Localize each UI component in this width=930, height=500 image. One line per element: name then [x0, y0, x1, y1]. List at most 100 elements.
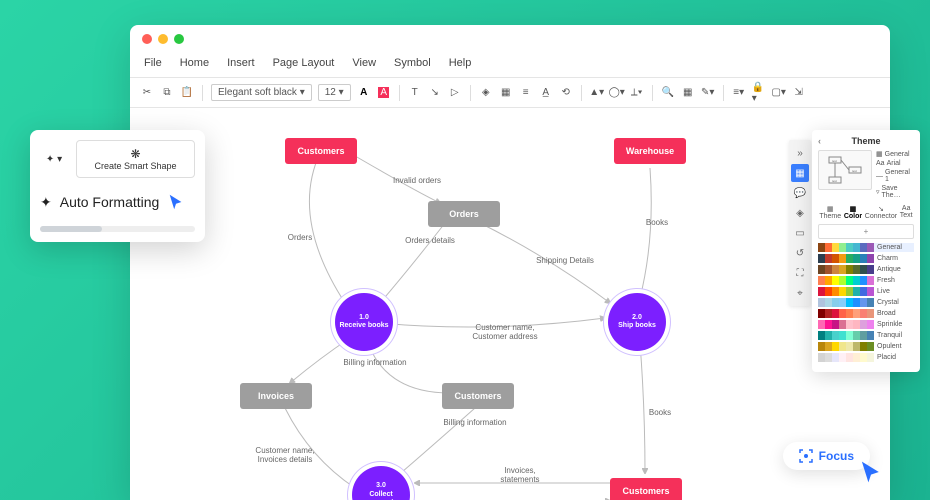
label-billing-2: Billing information	[440, 418, 510, 427]
lock-icon[interactable]: 🔒▾	[752, 86, 766, 100]
close-window-button[interactable]	[142, 34, 152, 44]
side-toolbar: » ▦ 💬 ◈ ▭ ↺ ⛶ ⌖	[789, 140, 811, 306]
menu-home[interactable]: Home	[180, 57, 209, 69]
auto-formatting-label: Auto Formatting	[60, 194, 160, 210]
node-collect-payments[interactable]: 3.0 Collect payments	[352, 466, 410, 500]
sidetool-grid[interactable]: ▦	[791, 164, 809, 182]
svg-text:text: text	[832, 159, 837, 163]
rotate-icon[interactable]: ⟲	[559, 86, 573, 100]
palette-row-broad[interactable]: Broad	[818, 309, 914, 318]
menu-page-layout[interactable]: Page Layout	[273, 57, 335, 69]
group-icon[interactable]: ▦	[499, 86, 513, 100]
connector-tool-icon[interactable]: ↘	[428, 86, 442, 100]
focus-icon	[799, 449, 813, 463]
font-select[interactable]: Elegant soft black ▾	[211, 84, 312, 101]
label-invoices-statements: Invoices, statements	[485, 466, 555, 484]
svg-text:text: text	[832, 179, 837, 183]
label-orders-details: Orders details	[395, 236, 465, 245]
sidetool-history[interactable]: ↺	[791, 244, 809, 262]
canvas[interactable]: Customers Warehouse Orders 1.0 Receive b…	[130, 108, 890, 500]
toolbar: ✂ ⧉ 📋 Elegant soft black ▾ 12 ▾ A A T ↘ …	[130, 78, 890, 108]
sidetool-expand[interactable]: ⛶	[791, 264, 809, 282]
grid-icon[interactable]: ▦	[681, 86, 695, 100]
font-color-icon[interactable]: A	[357, 86, 371, 100]
layers-icon[interactable]: ◈	[479, 86, 493, 100]
pointer-tool-icon[interactable]: ▷	[448, 86, 462, 100]
text-tool-icon[interactable]: T	[408, 86, 422, 100]
sidetool-page[interactable]: ▭	[791, 224, 809, 242]
palette-row-sprinkle[interactable]: Sprinkle	[818, 320, 914, 329]
app-window: File Home Insert Page Layout View Symbol…	[130, 25, 890, 500]
node-receive-books[interactable]: 1.0 Receive books	[335, 293, 393, 351]
cursor-icon	[858, 458, 884, 486]
connectors	[130, 108, 890, 500]
theme-tab-text[interactable]: AaText	[900, 205, 913, 220]
sidetool-collapse[interactable]: »	[791, 144, 809, 162]
node-warehouse[interactable]: Warehouse	[614, 138, 686, 164]
menu-bar: File Home Insert Page Layout View Symbol…	[130, 53, 890, 78]
search-icon[interactable]: 🔍	[661, 86, 675, 100]
theme-tab-theme[interactable]: ▦Theme	[819, 205, 841, 220]
traffic-lights	[130, 25, 890, 53]
cursor-icon	[167, 192, 185, 212]
theme-options: ▦General AaArial —General 1 ▿Save The…	[876, 150, 914, 199]
create-smart-shape-button[interactable]: ❋ Create Smart Shape	[76, 140, 195, 178]
palette-row-fresh[interactable]: Fresh	[818, 276, 914, 285]
paste-icon[interactable]: 📋	[180, 86, 194, 100]
theme-back-icon[interactable]: ‹	[818, 136, 821, 146]
arrange-icon[interactable]: ≡▾	[732, 86, 746, 100]
maximize-window-button[interactable]	[174, 34, 184, 44]
menu-file[interactable]: File	[144, 57, 162, 69]
text-direction-icon[interactable]: A̲	[539, 86, 553, 100]
menu-view[interactable]: View	[352, 57, 376, 69]
sidetool-comments[interactable]: 💬	[791, 184, 809, 202]
crop-icon[interactable]: ⟂▾	[630, 86, 644, 100]
format-slider[interactable]	[40, 226, 195, 232]
palette-row-live[interactable]: Live	[818, 287, 914, 296]
page-setup-icon[interactable]: ▢▾	[772, 86, 786, 100]
sparkle-dropdown[interactable]: ✦ ▾	[40, 142, 68, 176]
menu-symbol[interactable]: Symbol	[394, 57, 431, 69]
theme-tab-connector[interactable]: ↘Connector	[865, 205, 897, 220]
minimize-window-button[interactable]	[158, 34, 168, 44]
node-ship-books[interactable]: 2.0 Ship books	[608, 293, 666, 351]
node-invoices[interactable]: Invoices	[240, 383, 312, 409]
theme-add-button[interactable]: +	[818, 224, 914, 239]
palette-row-tranquil[interactable]: Tranquil	[818, 331, 914, 340]
label-invalid-orders: Invalid orders	[382, 176, 452, 185]
label-billing-1: Billing information	[340, 358, 410, 367]
export-icon[interactable]: ⇲	[792, 86, 806, 100]
line-color-icon[interactable]: ◯▾	[610, 86, 624, 100]
palette-row-general[interactable]: General	[818, 243, 914, 252]
node-customers-mid[interactable]: Customers	[442, 383, 514, 409]
palette-row-crystal[interactable]: Crystal	[818, 298, 914, 307]
align-icon[interactable]: ≡	[519, 86, 533, 100]
sidetool-focus[interactable]: ⌖	[791, 284, 809, 302]
highlight-icon[interactable]: A	[377, 86, 391, 100]
font-size-select[interactable]: 12 ▾	[318, 84, 351, 101]
fill-color-icon[interactable]: ▲▾	[590, 86, 604, 100]
label-shipping: Shipping Details	[530, 256, 600, 265]
menu-help[interactable]: Help	[449, 57, 472, 69]
stroke-icon[interactable]: ✎▾	[701, 86, 715, 100]
palette-row-charm[interactable]: Charm	[818, 254, 914, 263]
label-books-2: Books	[625, 408, 695, 417]
label-customer-address: Customer name, Customer address	[470, 323, 540, 341]
focus-button[interactable]: Focus	[783, 442, 870, 470]
theme-preview: text text text	[818, 150, 872, 190]
node-customers-top[interactable]: Customers	[285, 138, 357, 164]
node-customers-bot[interactable]: Customers	[610, 478, 682, 500]
svg-text:text: text	[852, 169, 857, 173]
palette-row-placid[interactable]: Placid	[818, 353, 914, 362]
palette-row-antique[interactable]: Antique	[818, 265, 914, 274]
label-orders: Orders	[265, 233, 335, 242]
menu-insert[interactable]: Insert	[227, 57, 255, 69]
cut-icon[interactable]: ✂	[140, 86, 154, 100]
sparkle-icon: ✦	[40, 194, 52, 211]
palette-row-opulent[interactable]: Opulent	[818, 342, 914, 351]
theme-title: Theme	[851, 136, 880, 146]
copy-icon[interactable]: ⧉	[160, 86, 174, 100]
node-orders[interactable]: Orders	[428, 201, 500, 227]
theme-tab-color[interactable]: ▦Color	[844, 205, 862, 220]
sidetool-layers[interactable]: ◈	[791, 204, 809, 222]
